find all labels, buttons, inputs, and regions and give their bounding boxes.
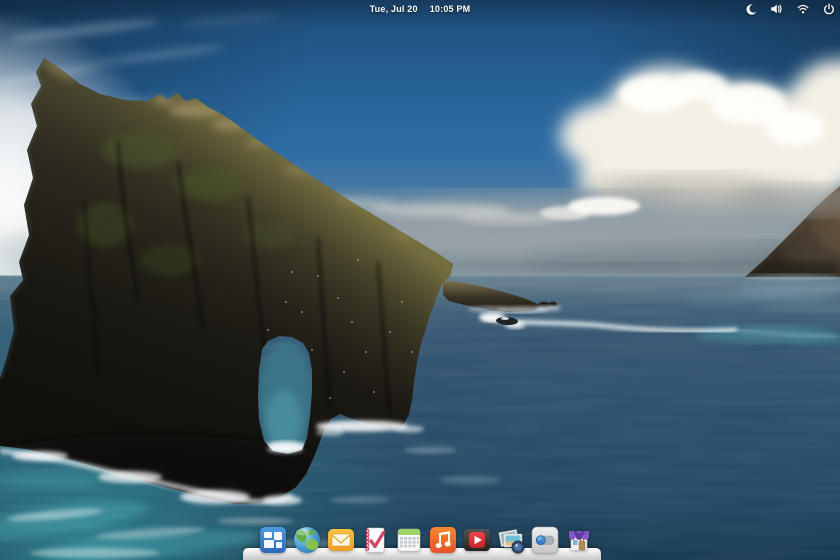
photos-icon [496,525,526,555]
dock-item-music[interactable] [428,525,458,555]
moon-icon [745,3,757,15]
wallpaper-drangarnir [0,0,840,560]
music-note-icon [428,525,458,555]
envelope-icon [326,525,356,555]
dock-item-web[interactable] [292,525,322,555]
dock-item-appcenter[interactable] [564,525,594,555]
dock-item-videos[interactable] [462,525,492,555]
dock-item-photos[interactable] [496,525,526,555]
dock-item-multitasking[interactable] [258,525,288,555]
dock-item-mail[interactable] [326,525,356,555]
multitasking-icon [258,525,288,555]
network-indicator[interactable] [796,2,809,16]
checklist-icon [360,525,390,555]
dock-item-settings[interactable] [530,525,560,555]
datetime-indicator[interactable]: Tue, Jul 20 10:05 PM [370,4,471,14]
panel-indicators [744,0,838,18]
panel-time: 10:05 PM [430,4,471,14]
session-indicator[interactable] [822,2,835,16]
switchboard-icon [530,525,560,555]
globe-icon [292,525,322,555]
top-panel: Tue, Jul 20 10:05 PM [0,0,840,18]
sound-indicator[interactable] [770,2,783,16]
dock-item-tasks[interactable] [360,525,390,555]
nightlight-indicator[interactable] [744,2,757,16]
play-icon [462,525,492,555]
desktop: Tue, Jul 20 10:05 PM [0,0,840,560]
storefront-icon [564,525,594,555]
power-icon [823,3,835,15]
dock-item-calendar[interactable] [394,525,424,555]
speaker-icon [770,3,783,15]
wifi-icon [797,3,809,15]
dock-icons [258,525,594,555]
calendar-icon [394,525,424,555]
panel-date: Tue, Jul 20 [370,4,418,14]
